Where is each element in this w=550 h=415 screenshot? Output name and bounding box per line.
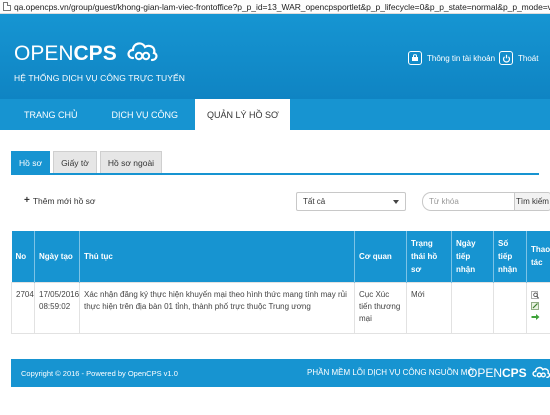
footer-cloud-logo-icon [532,366,550,378]
account-info-label: Thông tin tài khoản [427,53,496,63]
browser-address-bar[interactable]: qa.opencps.vn/group/guest/khong-gian-lam… [0,0,550,14]
status-filter-select[interactable]: Tất cả [296,192,406,211]
dossier-table: No Ngày tạo Thủ tục Cơ quan Trạng thái h… [11,231,550,334]
dossier-toolbar: + Thêm mới hồ sơ Tất cả Từ khóa Tìm kiếm [11,186,550,218]
created-time-value: 08:59:02 [39,301,71,311]
search-button[interactable]: Tìm kiếm [514,192,550,211]
chevron-down-icon [393,200,399,204]
edit-icon[interactable] [531,301,540,310]
table-row[interactable]: 2704 17/05/2016 08:59:02 Xác nhận đăng k… [11,281,550,334]
cell-actions [526,281,550,334]
cell-received-number [493,281,527,334]
url-text[interactable]: qa.opencps.vn/group/guest/khong-gian-lam… [14,2,550,12]
main-nav: TRANG CHỦ DỊCH VỤ CÔNG QUẢN LÝ HỒ SƠ [0,99,550,130]
copyright-text: Copyright © 2016 - Powered by OpenCPS v1… [21,369,178,378]
created-date-value: 17/05/2016 [39,289,80,299]
footer-slogan: PHẦN MỀM LÕI DỊCH VỤ CÔNG NGUỒN MỞ [307,368,475,377]
tab-underline [11,173,539,175]
tab-dossiers[interactable]: Hồ sơ [11,151,51,173]
arrow-right-icon[interactable] [531,313,540,321]
column-header-received-number[interactable]: Số tiếp nhận [493,231,527,282]
cell-procedure: Xác nhận đăng ký thực hiện khuyến mại th… [79,281,355,334]
site-footer: Copyright © 2016 - Powered by OpenCPS v1… [11,359,550,387]
power-icon [499,51,513,65]
cell-agency: Cục Xúc tiến thương mại [354,281,407,334]
table-header-row: No Ngày tạo Thủ tục Cơ quan Trạng thái h… [11,231,550,282]
tab-papers[interactable]: Giấy tờ [53,151,97,173]
page-icon [3,2,11,11]
logo-text-open: OPEN [14,42,74,65]
logout-label: Thoát [518,53,539,63]
nav-item-public-services[interactable]: DỊCH VỤ CÔNG [95,99,196,130]
cell-received-date [451,281,494,334]
footer-logo-cps: CPS [502,366,527,380]
cell-status: Mới [406,281,452,334]
column-header-no[interactable]: No [11,231,35,282]
cloud-logo-icon [127,42,158,62]
logout-button[interactable]: Thoát [499,51,538,65]
magnifier-icon[interactable] [531,290,540,299]
column-header-actions: Thao tác [526,231,550,282]
tab-external-dossiers[interactable]: Hồ sơ ngoài [99,151,163,173]
dossier-tabs: Hồ sơ Giấy tờ Hồ sơ ngoài [11,151,165,173]
column-header-agency[interactable]: Cơ quan [354,231,407,282]
keyword-search-input[interactable]: Từ khóa [422,192,514,211]
footer-logo-open: OPEN [468,366,503,380]
column-header-created-date[interactable]: Ngày tạo [34,231,80,282]
footer-logo: OPENCPS [468,366,527,380]
status-filter-value: Tất cả [303,197,326,206]
account-icon [408,51,422,65]
site-tagline: HỆ THỐNG DỊCH VỤ CÔNG TRỰC TUYẾN [14,73,186,83]
nav-item-home[interactable]: TRANG CHỦ [0,99,95,130]
nav-item-dossier-management[interactable]: QUẢN LÝ HỒ SƠ [195,99,290,130]
plus-icon: + [24,195,30,206]
column-header-status[interactable]: Trạng thái hồ sơ [406,231,452,282]
column-header-procedure[interactable]: Thủ tục [79,231,355,282]
site-header: OPENCPS HỆ THỐNG DỊCH VỤ CÔNG TRỰC TUYẾN… [0,14,550,99]
account-info-button[interactable]: Thông tin tài khoản [408,51,495,65]
column-header-received-date[interactable]: Ngày tiếp nhận [451,231,494,282]
logo[interactable]: OPENCPS [14,43,117,65]
add-dossier-label: Thêm mới hồ sơ [32,196,96,206]
add-dossier-button[interactable]: + Thêm mới hồ sơ [24,195,96,207]
cell-created-date: 17/05/2016 08:59:02 [34,281,80,334]
logo-text-cps: CPS [73,42,117,65]
cell-no: 2704 [11,281,35,334]
